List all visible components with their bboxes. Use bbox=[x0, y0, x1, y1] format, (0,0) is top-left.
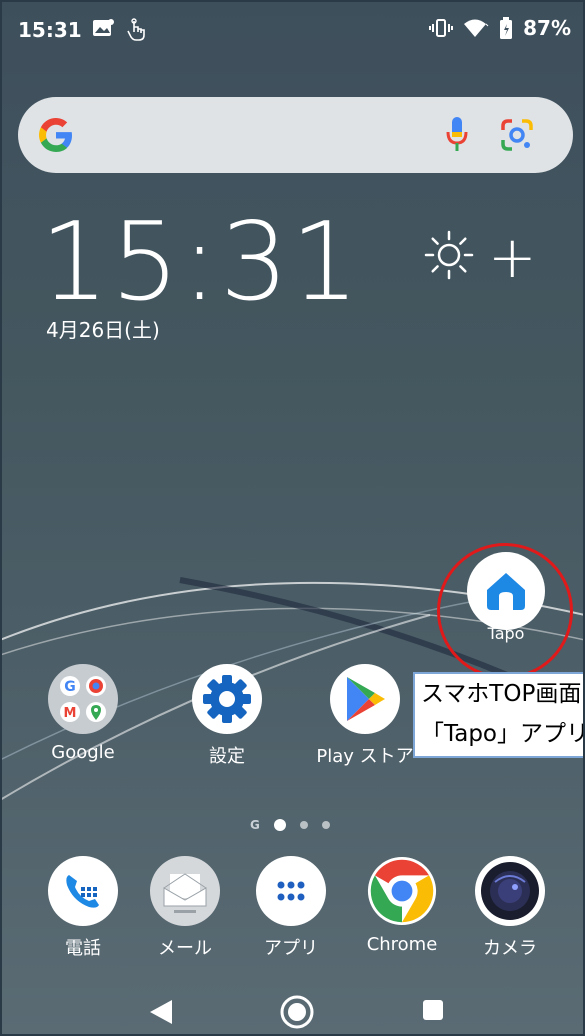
svg-text:M: M bbox=[64, 706, 77, 721]
page-dot bbox=[321, 821, 330, 829]
google-search-bar[interactable] bbox=[18, 97, 573, 173]
settings-label: 設定 bbox=[209, 746, 245, 767]
svg-text:G: G bbox=[64, 679, 76, 695]
page-dot bbox=[299, 821, 308, 829]
mail-label: メール bbox=[158, 938, 212, 959]
vibrate-icon bbox=[429, 18, 454, 38]
google-g-icon[interactable] bbox=[36, 115, 76, 159]
google-page-indicator: G bbox=[250, 818, 260, 832]
phone-app[interactable]: 電話 bbox=[28, 856, 138, 960]
softbank-mail-icon[interactable] bbox=[150, 856, 220, 926]
wifi-icon bbox=[463, 18, 489, 38]
apps-label: アプリ bbox=[264, 938, 318, 959]
navigation-bar bbox=[0, 990, 585, 1036]
weather-widget[interactable]: + bbox=[424, 228, 537, 286]
back-icon[interactable] bbox=[148, 998, 174, 1030]
settings-app[interactable]: 設定 bbox=[172, 664, 282, 768]
camera-lens-icon[interactable] bbox=[475, 856, 545, 926]
home-date[interactable]: 4月26日(土) bbox=[46, 314, 160, 343]
google-folder-label: Google bbox=[51, 742, 115, 763]
home-screen: 15:31 87% 15:31 4月26日(土) + Tapo G M Goog… bbox=[0, 0, 585, 1036]
play-store-icon[interactable] bbox=[330, 664, 400, 734]
chrome-icon[interactable] bbox=[367, 856, 437, 926]
status-bar: 15:31 87% bbox=[0, 0, 585, 62]
instruction-callout: スマホTOP画面の 「Tapo」アプリをタップ bbox=[413, 672, 585, 758]
voice-search-icon[interactable] bbox=[445, 115, 469, 159]
add-weather-icon[interactable]: + bbox=[488, 228, 537, 286]
recent-apps-icon[interactable] bbox=[423, 1000, 443, 1020]
tapo-app[interactable] bbox=[451, 552, 561, 630]
google-folder-icon[interactable]: G M bbox=[48, 664, 118, 734]
camera-label: カメラ bbox=[483, 938, 537, 959]
app-drawer-icon[interactable] bbox=[256, 856, 326, 926]
battery-percent: 87% bbox=[523, 16, 571, 40]
apps-drawer[interactable]: アプリ bbox=[236, 856, 346, 960]
sun-icon bbox=[424, 230, 474, 284]
play-store-app[interactable]: Play ストア bbox=[310, 664, 420, 768]
settings-gear-icon[interactable] bbox=[192, 664, 262, 734]
google-lens-icon[interactable] bbox=[499, 117, 535, 157]
camera-app[interactable]: カメラ bbox=[455, 856, 565, 960]
page-indicator: G bbox=[250, 818, 330, 832]
home-icon[interactable] bbox=[279, 994, 315, 1034]
chrome-label: Chrome bbox=[366, 934, 438, 955]
chrome-app[interactable]: Chrome bbox=[347, 856, 457, 955]
tapo-label: Tapo bbox=[487, 624, 525, 643]
battery-icon bbox=[499, 17, 513, 39]
callout-line-1: スマホTOP画面の bbox=[421, 681, 585, 707]
callout-line-2: 「Tapo」アプリをタップ bbox=[421, 721, 585, 747]
tapo-icon[interactable] bbox=[467, 552, 545, 630]
page-dot-active bbox=[273, 819, 286, 831]
home-clock[interactable]: 15:31 bbox=[40, 200, 361, 325]
mail-app[interactable]: メール bbox=[130, 856, 240, 960]
google-folder[interactable]: G M Google bbox=[28, 664, 138, 763]
gallery-notification-icon bbox=[92, 18, 114, 42]
play-store-label: Play ストア bbox=[316, 746, 414, 767]
touch-gesture-icon bbox=[126, 18, 148, 42]
status-time: 15:31 bbox=[18, 18, 82, 42]
phone-label: 電話 bbox=[65, 938, 101, 959]
phone-icon[interactable] bbox=[48, 856, 118, 926]
